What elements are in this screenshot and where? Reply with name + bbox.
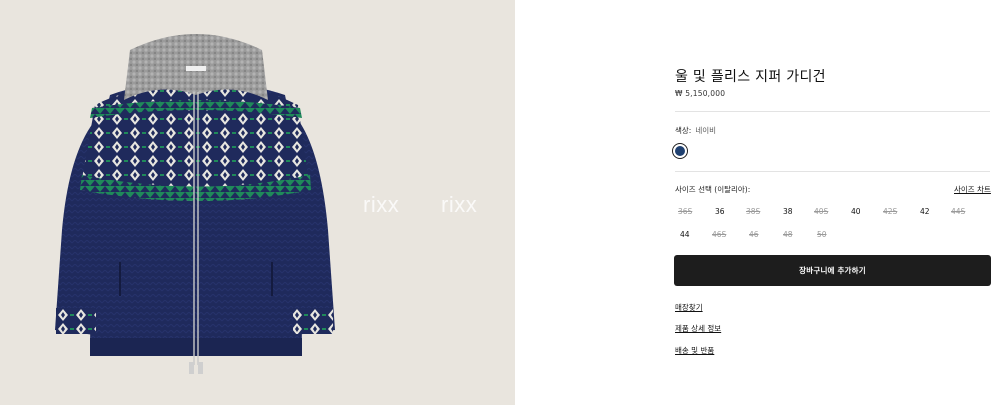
- product-detail-panel: 울 및 플리스 지퍼 가디건 ₩ 5,150,000 색상: 네이비 사이즈 선택…: [515, 0, 1000, 405]
- watermark-text: rixx: [441, 192, 478, 217]
- size-option-40[interactable]: 40: [851, 207, 861, 216]
- divider: [675, 111, 990, 112]
- add-to-cart-button[interactable]: 장바구니에 추가하기: [674, 255, 991, 286]
- color-swatch-navy[interactable]: [672, 143, 688, 159]
- divider: [675, 171, 990, 172]
- color-value: 네이비: [695, 126, 717, 135]
- watermark-text: rixx: [363, 192, 400, 217]
- color-section: 색상: 네이비: [675, 125, 716, 136]
- shipping-returns-link[interactable]: 배송 및 반품: [675, 345, 714, 356]
- size-chart-link[interactable]: 사이즈 차트: [954, 184, 991, 195]
- product-title: 울 및 플리스 지퍼 가디건: [675, 69, 826, 85]
- size-option-36[interactable]: 36: [715, 207, 725, 216]
- size-option-42[interactable]: 42: [920, 207, 930, 216]
- product-details-link[interactable]: 제품 상세 정보: [675, 323, 721, 334]
- product-image: rixx rixx: [0, 0, 515, 405]
- store-locator-link[interactable]: 매장찾기: [675, 302, 703, 313]
- size-option-40s[interactable]: 40S: [814, 207, 828, 216]
- size-option-38[interactable]: 38: [783, 207, 793, 216]
- size-option-46s[interactable]: 46S: [712, 230, 726, 239]
- size-option-38s[interactable]: 38S: [746, 207, 760, 216]
- size-option-48[interactable]: 48: [783, 230, 793, 239]
- size-select-label: 사이즈 선택 (이탈리아):: [675, 185, 751, 194]
- cardigan-illustration: [55, 34, 335, 374]
- size-option-50[interactable]: 50: [817, 230, 827, 239]
- color-label: 색상:: [675, 126, 692, 135]
- color-swatch-fill: [675, 146, 685, 156]
- size-option-44[interactable]: 44: [680, 230, 690, 239]
- size-option-36s[interactable]: 36S: [678, 207, 692, 216]
- size-option-42s[interactable]: 42S: [883, 207, 897, 216]
- product-price: ₩ 5,150,000: [675, 89, 726, 98]
- size-option-46[interactable]: 46: [749, 230, 759, 239]
- size-option-44s[interactable]: 44S: [951, 207, 965, 216]
